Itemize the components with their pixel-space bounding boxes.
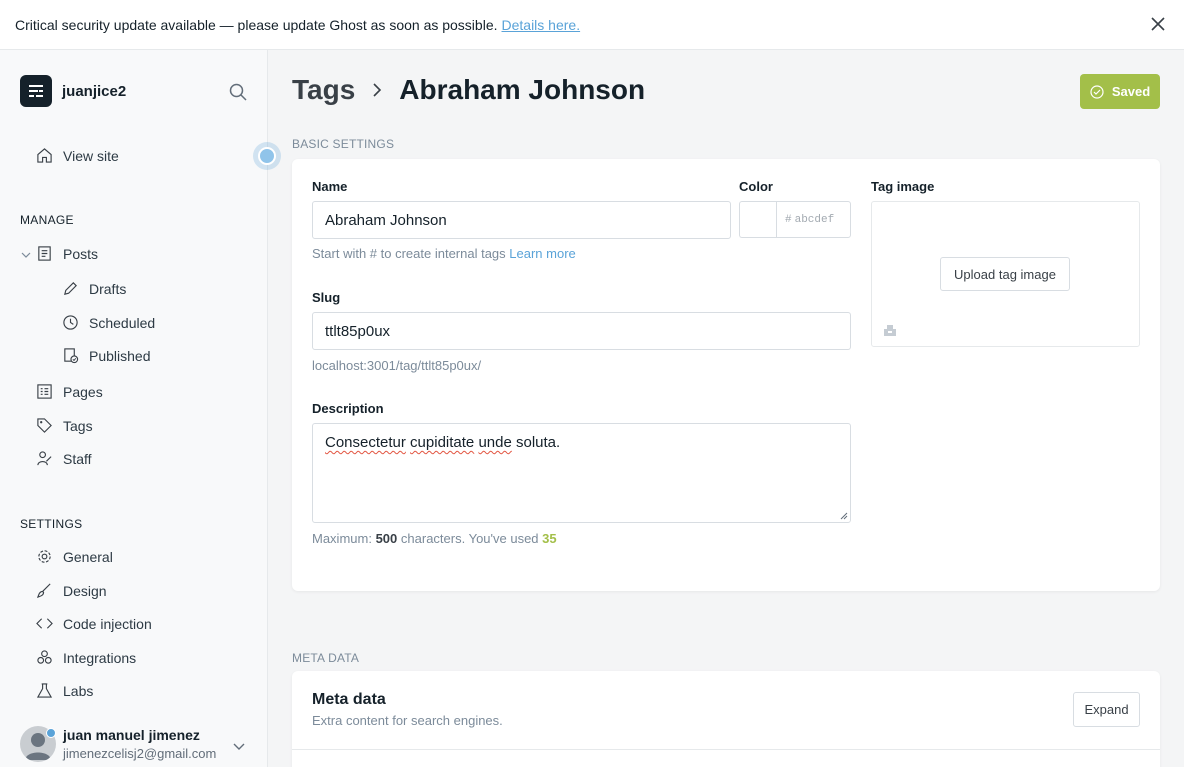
user-email: jimenezcelisj2@gmail.com [63,746,217,761]
brush-icon [36,583,51,599]
main-content: Tags Abraham Johnson Saved BASIC SETTING… [268,50,1184,767]
save-button-label: Saved [1111,84,1151,99]
image-icon [884,325,896,336]
user-name: juan manuel jimenez [63,727,200,743]
color-label: Color [739,179,773,194]
breadcrumb: Tags Abraham Johnson [292,74,645,106]
published-icon [64,348,79,364]
sidebar-item-label: General [63,548,113,565]
security-banner: Critical security update available — ple… [0,0,1184,50]
basic-settings-card: Name Abraham Johnson Start with # to cre… [292,159,1160,591]
learn-more-link[interactable]: Learn more [509,246,575,261]
name-input[interactable]: Abraham Johnson [312,201,731,239]
gear-icon [38,550,51,563]
color-placeholder: abcdef [794,213,835,226]
sidebar-item-label: Drafts [89,280,127,297]
sidebar-item-view-site[interactable]: View site [36,147,119,164]
tag-image-dropzone[interactable]: Upload tag image [871,201,1140,347]
integrations-icon [37,650,52,664]
breadcrumb-tags-link[interactable]: Tags [292,74,355,106]
manage-section-title: MANAGE [20,213,74,227]
slug-label: Slug [312,290,341,305]
description-label: Description [312,401,384,416]
tag-icon [37,418,52,433]
close-icon[interactable] [1148,14,1168,34]
check-circle-icon [1090,84,1104,99]
color-swatch[interactable] [739,201,776,238]
sidebar-item-label: Staff [63,450,92,467]
sidebar-item-code-injection[interactable]: Code injection [36,615,152,632]
home-icon [37,148,52,163]
posts-icon [38,246,51,261]
upload-tag-image-button[interactable]: Upload tag image [940,257,1070,291]
color-hash: # [785,213,792,226]
name-hint: Start with # to create internal tags Lea… [312,246,576,261]
pages-icon [37,384,52,399]
sidebar-item-label: Design [63,582,107,599]
sidebar-item-label: Code injection [63,615,152,632]
banner-details-link[interactable]: Details here. [502,17,581,33]
meta-data-card: Meta data Extra content for search engin… [292,671,1160,767]
sidebar-item-scheduled[interactable]: Scheduled [62,314,155,331]
chevron-down-icon[interactable] [20,249,32,261]
sidebar-item-staff[interactable]: Staff [36,450,92,467]
sidebar-item-pages[interactable]: Pages [36,383,103,400]
sidebar-item-label: Scheduled [89,314,156,331]
sidebar-item-published[interactable]: Published [62,347,151,364]
pencil-icon [64,282,77,295]
staff-icon [37,451,52,466]
slug-url-preview: localhost:3001/tag/ttlt85p0ux/ [312,358,482,373]
sidebar-item-label: Labs [63,682,94,699]
sidebar-item-label: Published [89,347,151,364]
sidebar-item-integrations[interactable]: Integrations [36,649,136,666]
meta-data-title: Meta data [312,691,386,708]
site-name: juanjice2 [62,82,127,100]
color-input[interactable]: # abcdef [776,201,851,238]
sidebar-item-label: View site [63,147,119,164]
sidebar-item-design[interactable]: Design [36,582,107,599]
description-textarea[interactable]: Consectetur cupiditate unde soluta. [312,423,851,523]
search-icon[interactable] [228,82,248,102]
expand-button[interactable]: Expand [1073,692,1140,727]
divider [292,749,1160,750]
slug-input[interactable]: ttlt85p0ux [312,312,851,350]
save-button[interactable]: Saved [1080,74,1160,109]
sidebar-item-label: Tags [63,417,93,434]
sidebar-item-label: Integrations [63,649,137,666]
settings-section-title: SETTINGS [20,517,83,531]
clock-icon [63,315,78,330]
sidebar-item-labs[interactable]: Labs [36,682,93,699]
meta-data-label: META DATA [292,651,360,665]
page-title: Abraham Johnson [399,74,646,105]
tag-image-label: Tag image [871,179,935,194]
sidebar-item-drafts[interactable]: Drafts [62,280,126,297]
banner-message: Critical security update available — ple… [15,16,498,33]
basic-settings-label: BASIC SETTINGS [292,137,395,151]
sidebar-item-label: Pages [63,383,103,400]
sidebar-item-posts[interactable]: Posts [36,245,98,262]
sidebar-item-tags[interactable]: Tags [36,417,93,434]
site-brand[interactable]: juanjice2 [20,75,126,107]
chevron-down-icon[interactable] [231,739,247,755]
site-logo-icon [20,75,52,107]
code-icon [36,618,53,629]
character-count: Maximum: 500 characters. You've used 35 [312,531,557,546]
resize-handle-icon[interactable] [840,512,848,520]
sidebar-item-general[interactable]: General [36,548,113,565]
flask-icon [36,683,53,698]
meta-data-subtitle: Extra content for search engines. [312,713,503,728]
chevron-right-icon [373,83,382,97]
sidebar: juanjice2 View site MANAGE Posts Drafts … [0,50,268,767]
name-label: Name [312,179,348,194]
sidebar-item-label: Posts [63,245,99,262]
notification-dot [46,728,56,738]
